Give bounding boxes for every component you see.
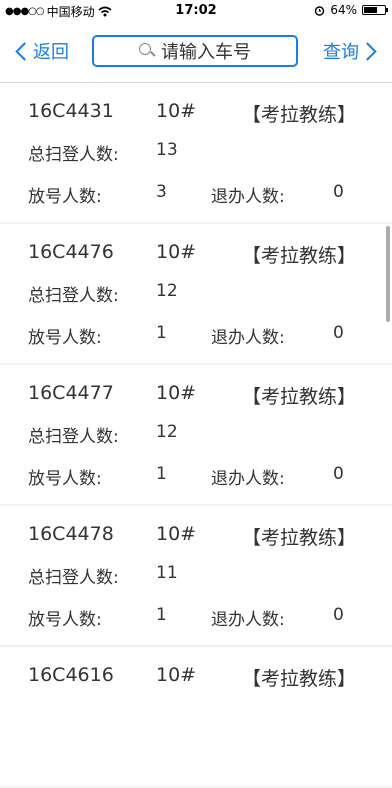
query-button[interactable]: 查询: [323, 37, 378, 65]
total-value: 11: [156, 563, 178, 583]
query-label: 查询: [323, 42, 359, 63]
total-value: 12: [156, 422, 178, 442]
plate-number: 16C4431: [28, 100, 114, 122]
slot-number: 10#: [156, 664, 197, 686]
role-tag: 【考拉教练】: [242, 245, 357, 267]
total-value: 12: [156, 281, 178, 301]
withdrawn-label: 退办人数:: [211, 328, 285, 348]
plate-number: 16C4478: [28, 523, 114, 545]
plate-number: 16C4616: [28, 664, 114, 686]
released-label: 放号人数:: [28, 469, 102, 489]
total-label: 总扫登人数:: [28, 286, 119, 306]
released-label: 放号人数:: [28, 187, 102, 207]
back-label: 返回: [33, 42, 69, 63]
chevron-right-icon: [358, 41, 377, 61]
slot-number: 10#: [156, 241, 197, 263]
record-card[interactable]: 16C4478 10# 【考拉教练】 总扫登人数: 11 放号人数: 1 退办人…: [0, 506, 392, 645]
role-tag: 【考拉教练】: [242, 527, 357, 549]
record-card[interactable]: 16C4477 10# 【考拉教练】 总扫登人数: 12 放号人数: 1 退办人…: [0, 365, 392, 504]
released-value: 3: [156, 182, 167, 202]
total-label: 总扫登人数:: [28, 427, 119, 447]
released-value: 1: [156, 323, 167, 343]
role-tag: 【考拉教练】: [242, 668, 357, 690]
released-label: 放号人数:: [28, 328, 102, 348]
released-value: 1: [156, 464, 167, 484]
nav-bar: 返回 请输入车号 查询: [0, 20, 392, 83]
plate-number: 16C4477: [28, 382, 114, 404]
slot-number: 10#: [156, 523, 197, 545]
withdrawn-label: 退办人数:: [211, 187, 285, 207]
record-card[interactable]: 16C4616 10# 【考拉教练】: [0, 647, 392, 786]
alarm-icon: [315, 5, 325, 16]
slot-number: 10#: [156, 100, 197, 122]
withdrawn-value: 0: [333, 605, 344, 625]
battery-icon: [362, 5, 388, 15]
total-label: 总扫登人数:: [28, 568, 119, 588]
record-list[interactable]: 16C4431 10# 【考拉教练】 总扫登人数: 13 放号人数: 3 退办人…: [0, 83, 392, 788]
role-tag: 【考拉教练】: [242, 104, 357, 126]
released-value: 1: [156, 605, 167, 625]
status-bar: ●●●○○ 中国移动 17:02 64%: [0, 0, 392, 20]
back-button[interactable]: 返回: [14, 37, 69, 65]
battery-fill: [364, 7, 377, 13]
withdrawn-value: 0: [333, 323, 344, 343]
total-label: 总扫登人数:: [28, 145, 119, 165]
search-icon: [139, 43, 155, 59]
scrollbar[interactable]: [386, 226, 390, 322]
released-label: 放号人数:: [28, 610, 102, 630]
role-tag: 【考拉教练】: [242, 386, 357, 408]
search-placeholder: 请输入车号: [161, 42, 251, 63]
plate-number: 16C4476: [28, 241, 114, 263]
search-input[interactable]: 请输入车号: [92, 35, 298, 67]
withdrawn-label: 退办人数:: [211, 469, 285, 489]
withdrawn-value: 0: [333, 182, 344, 202]
status-right: 64%: [314, 3, 388, 17]
withdrawn-value: 0: [333, 464, 344, 484]
record-card[interactable]: 16C4476 10# 【考拉教练】 总扫登人数: 12 放号人数: 1 退办人…: [0, 224, 392, 363]
slot-number: 10#: [156, 382, 197, 404]
chevron-left-icon: [15, 41, 34, 61]
record-card[interactable]: 16C4431 10# 【考拉教练】 总扫登人数: 13 放号人数: 3 退办人…: [0, 83, 392, 222]
battery-percent: 64%: [330, 3, 357, 17]
total-value: 13: [156, 140, 178, 160]
withdrawn-label: 退办人数:: [211, 610, 285, 630]
